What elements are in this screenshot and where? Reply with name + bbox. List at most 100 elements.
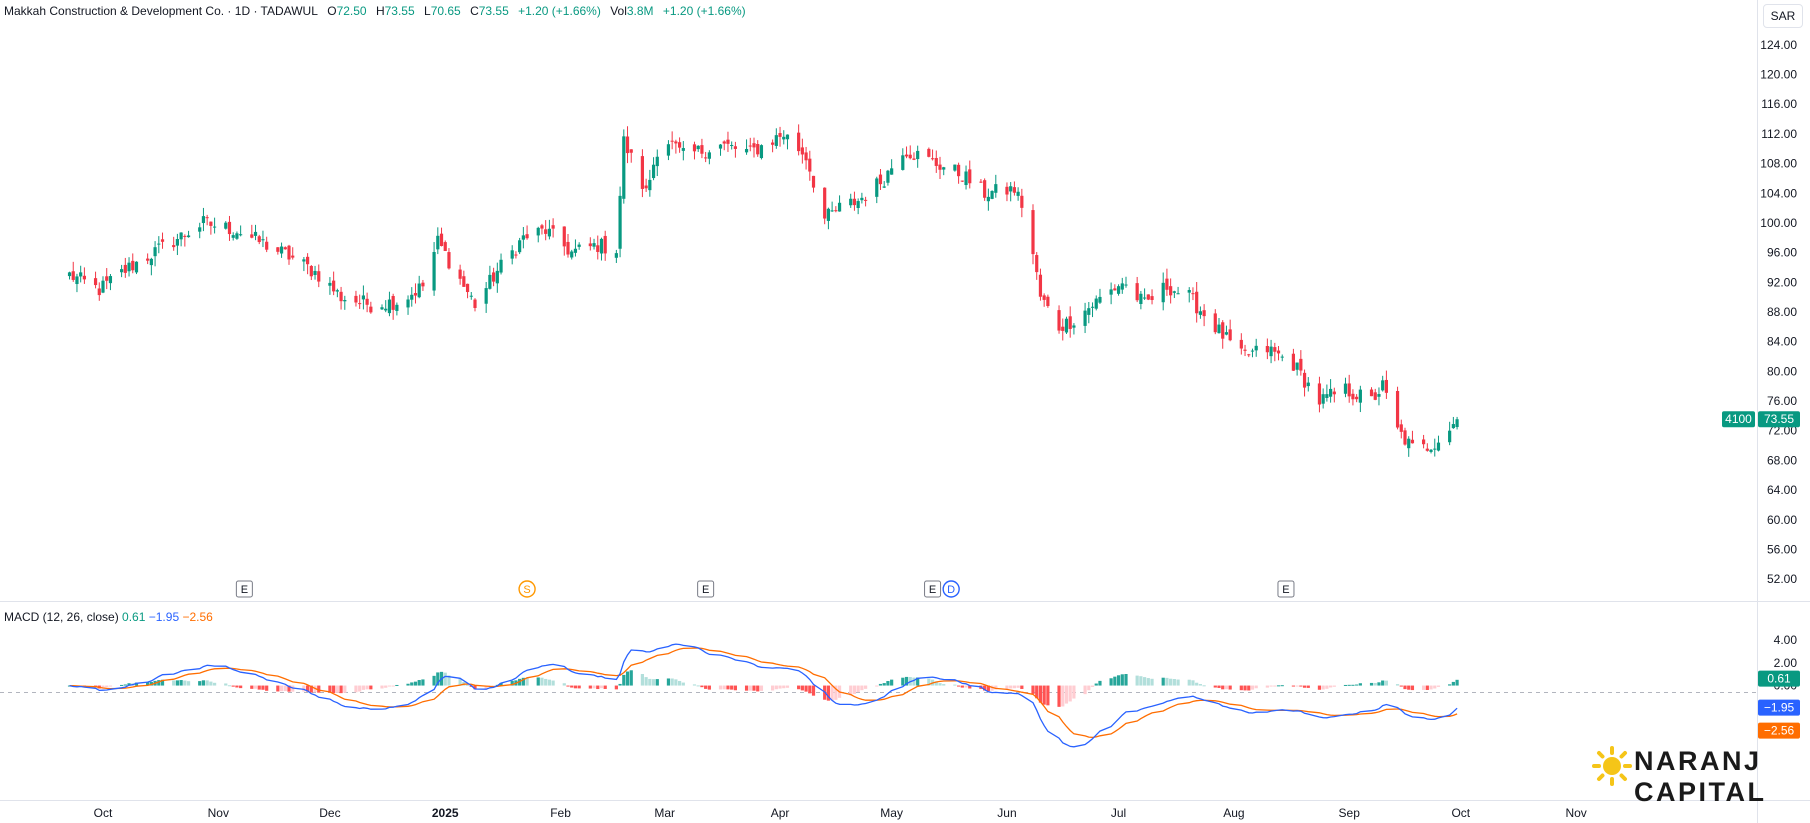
- chart-canvas[interactable]: 124.00 120.00 116.00 112.00 108.00 104.00 100.…: [0, 0, 1810, 823]
- histogram-bar: [1425, 685, 1429, 690]
- time-tick-label: Aug: [1223, 806, 1244, 820]
- candle-body: [134, 261, 139, 273]
- candle-body: [257, 236, 261, 243]
- histogram-bar: [1016, 685, 1020, 688]
- candle-body: [253, 231, 258, 236]
- histogram-bar: [577, 685, 581, 689]
- candle-body: [707, 152, 711, 159]
- candle-body: [930, 158, 935, 160]
- change-value: +1.20 (+1.66%): [518, 4, 601, 18]
- candle-body: [417, 283, 421, 298]
- histogram-bar: [1329, 685, 1333, 688]
- candle-body: [603, 235, 607, 254]
- candle-body: [618, 195, 622, 249]
- symbol-legend: Makkah Construction & Development Co. · …: [4, 4, 746, 18]
- histogram-bar: [953, 684, 957, 686]
- histogram-bar: [588, 685, 592, 689]
- candle-body: [421, 282, 425, 287]
- histogram-bar: [391, 685, 395, 687]
- histogram-bar: [1403, 685, 1407, 690]
- candle-body: [811, 175, 816, 188]
- histogram-bar: [878, 683, 883, 686]
- price-tick-label: 64.00: [1767, 483, 1797, 497]
- histogram-bar: [730, 685, 734, 690]
- histogram-bar: [722, 685, 726, 690]
- currency-button[interactable]: SAR: [1763, 4, 1803, 28]
- histogram-bar: [432, 675, 436, 686]
- candle-body: [209, 221, 213, 226]
- time-tick-label: Jul: [1111, 806, 1126, 820]
- histogram-bar: [261, 685, 265, 690]
- price-tick-label: 108.00: [1760, 157, 1797, 171]
- histogram-bar: [771, 685, 775, 691]
- candle-body: [774, 135, 778, 146]
- histogram-bar: [108, 685, 113, 687]
- candle-body: [1276, 350, 1281, 354]
- histogram-bar: [1355, 684, 1359, 686]
- histogram-bar: [1306, 685, 1310, 688]
- histogram-bar: [830, 685, 834, 701]
- candle-body: [837, 202, 842, 212]
- candle-body: [492, 272, 496, 282]
- candle-body: [804, 152, 808, 161]
- time-tick-label: Nov: [1565, 806, 1586, 820]
- candle-body: [1221, 322, 1225, 339]
- candle-body: [1299, 358, 1303, 371]
- candle-body: [692, 144, 697, 152]
- candle-body: [1135, 283, 1139, 301]
- candle-body: [309, 265, 313, 277]
- candle-body: [771, 142, 775, 145]
- candle-body: [1161, 282, 1165, 303]
- candle-body: [1139, 293, 1143, 304]
- histogram-bar: [1451, 681, 1455, 686]
- histogram-bar: [224, 683, 228, 686]
- histogram-bar: [644, 677, 648, 686]
- histogram-bar: [551, 680, 555, 686]
- candle-body: [1072, 325, 1076, 328]
- candle-body: [224, 222, 228, 229]
- brand-line-1: NARANJ: [1634, 746, 1762, 776]
- candle-body: [1035, 255, 1039, 273]
- macd-title[interactable]: MACD (12, 26, close): [4, 610, 119, 624]
- histogram-bar: [856, 685, 860, 693]
- event-marker-S: S: [518, 580, 536, 598]
- histogram-bar: [852, 685, 857, 694]
- candle-body: [1410, 439, 1415, 444]
- histogram-bar: [748, 685, 752, 691]
- candle-body: [1165, 278, 1169, 290]
- histogram-bar: [332, 685, 336, 694]
- histogram-bar: [1239, 685, 1243, 691]
- candle-body: [674, 141, 678, 144]
- histogram-bar: [875, 685, 879, 687]
- histogram-bar: [566, 685, 570, 687]
- histogram-bar: [1161, 677, 1165, 686]
- candle-body: [201, 216, 206, 224]
- candle-body: [101, 280, 105, 293]
- candle-body: [547, 228, 551, 237]
- histogram-bar: [886, 681, 890, 686]
- candle-body: [354, 295, 358, 303]
- candle-body: [521, 235, 525, 240]
- price-tick-label: 88.00: [1767, 305, 1797, 319]
- histogram-bar: [573, 685, 578, 689]
- candle-body: [1239, 339, 1243, 349]
- histogram-bar: [1187, 679, 1191, 686]
- candle-body: [313, 270, 317, 275]
- candle-body: [1343, 383, 1348, 394]
- candle-body: [1265, 346, 1269, 353]
- candle-body: [239, 234, 243, 236]
- candle-body: [1083, 310, 1087, 326]
- histogram-bar: [1299, 685, 1303, 687]
- candle-body: [458, 269, 462, 279]
- histogram-bar: [625, 671, 630, 686]
- histogram-bar: [1381, 680, 1385, 686]
- histogram-bar: [674, 679, 678, 686]
- candle-body: [1143, 297, 1147, 299]
- symbol-title[interactable]: Makkah Construction & Development Co. · …: [4, 4, 318, 18]
- histogram-bar: [778, 685, 782, 689]
- candle-body: [1009, 186, 1013, 192]
- low-value: 70.65: [430, 4, 461, 18]
- candle-body: [123, 264, 127, 273]
- volume-label: Vol: [610, 4, 627, 18]
- histogram-bar: [1169, 678, 1173, 686]
